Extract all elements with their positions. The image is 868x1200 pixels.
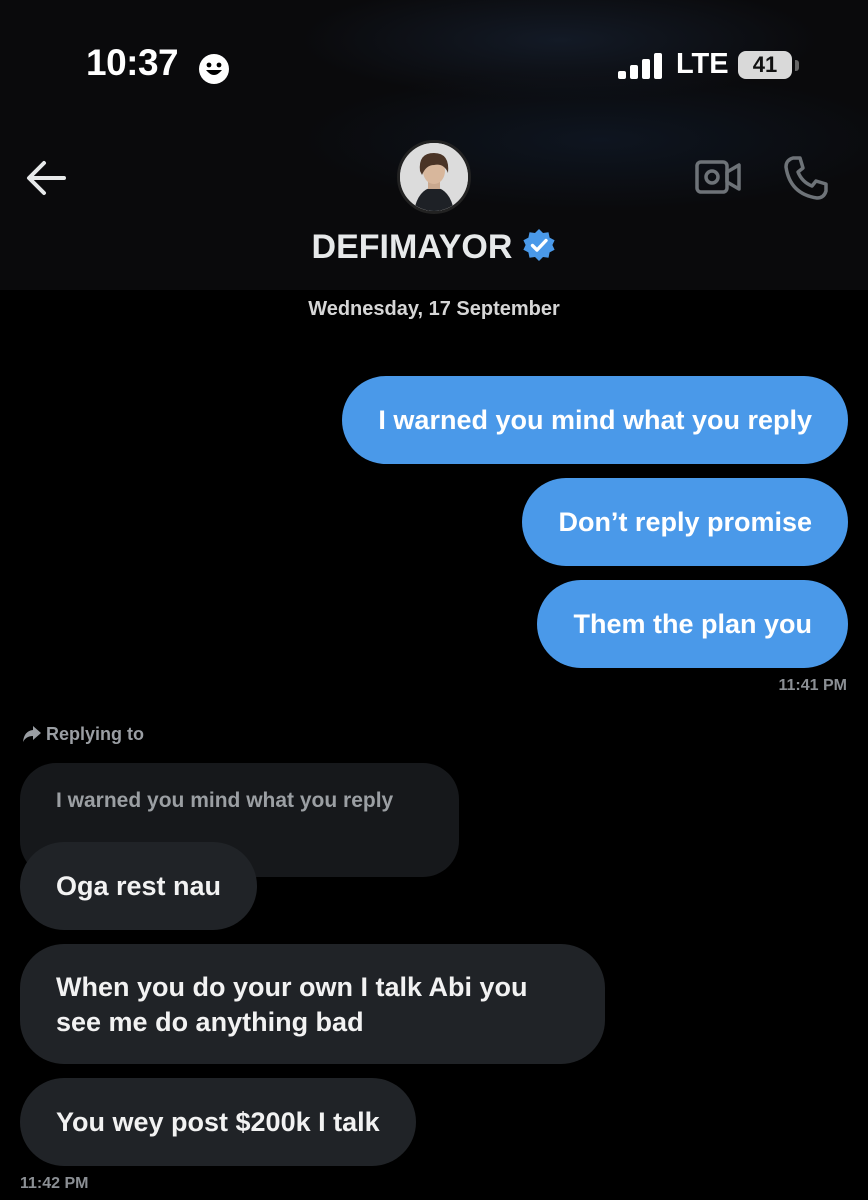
chat-header: 10:37 LTE 41 DEFIMAYOR [0, 0, 868, 290]
cellular-signal-icon [618, 53, 662, 79]
battery-level: 41 [752, 52, 778, 77]
battery-nub [795, 60, 799, 71]
received-message-bubble[interactable]: When you do your own I talk Abi you see … [20, 944, 605, 1064]
phone-icon[interactable] [782, 154, 830, 202]
battery-indicator: 41 [738, 51, 792, 79]
replying-to-label: Replying to [22, 724, 144, 745]
sent-message-bubble[interactable]: Them the plan you [537, 580, 848, 668]
sent-message-bubble[interactable]: I warned you mind what you reply [342, 376, 848, 464]
received-timestamp: 11:42 PM [20, 1175, 89, 1192]
video-call-icon[interactable] [694, 156, 742, 198]
focus-smiley-icon [199, 54, 229, 84]
verified-badge-icon [523, 229, 556, 261]
reply-arrow-icon [23, 726, 41, 742]
sent-message-bubble[interactable]: Don’t reply promise [522, 478, 848, 566]
sent-timestamp: 11:41 PM [778, 677, 847, 694]
contact-name-row[interactable]: DEFIMAYOR [0, 228, 868, 267]
avatar-image [400, 143, 468, 211]
avatar[interactable] [397, 140, 471, 214]
replying-to-text: Replying to [46, 724, 144, 744]
received-message-bubble[interactable]: You wey post $200k I talk [20, 1078, 416, 1166]
received-message-bubble[interactable]: Oga rest nau [20, 842, 258, 930]
contact-name: DEFIMAYOR [311, 228, 513, 266]
date-separator: Wednesday, 17 September [308, 298, 560, 320]
status-time: 10:37 [86, 42, 179, 83]
arrow-left-icon[interactable] [24, 158, 68, 198]
network-type: LTE [676, 48, 729, 80]
